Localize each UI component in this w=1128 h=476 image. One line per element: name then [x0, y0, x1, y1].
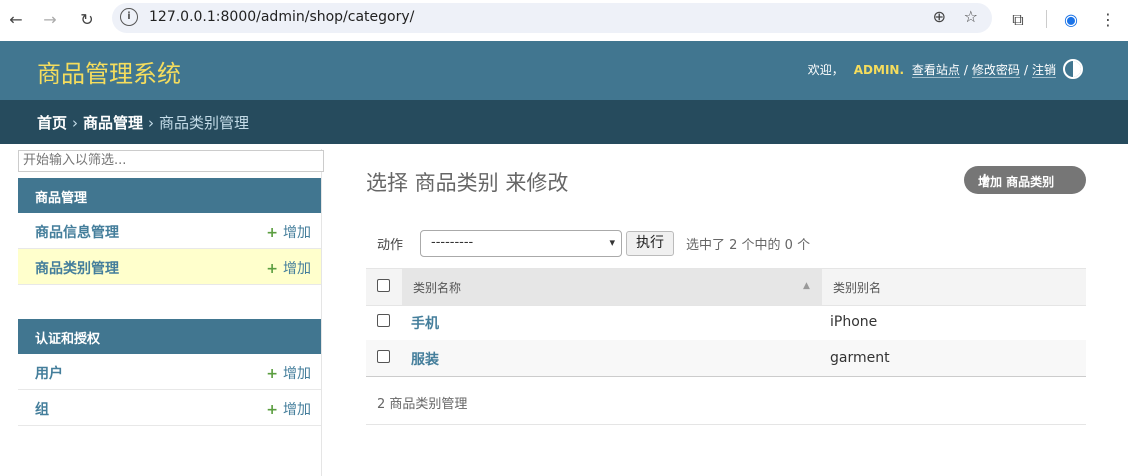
add-user-link[interactable]: + 增加 — [266, 363, 311, 383]
browser-toolbar: ← → ↻ i 127.0.0.1:8000/admin/shop/catego… — [0, 0, 1128, 41]
nav-sidebar: 商品管理 商品信息管理 +增加 商品类别管理 +增加 认证和授权 用户 +增加 … — [17, 149, 324, 476]
column-header-alias[interactable]: 类别别名 — [833, 279, 881, 296]
sorted-column-bg — [402, 269, 822, 305]
module-header-auth[interactable]: 认证和授权 — [18, 319, 321, 354]
reload-icon[interactable]: ↻ — [75, 8, 99, 32]
paginator-divider — [366, 424, 1086, 425]
theme-toggle-icon[interactable] — [1063, 59, 1083, 79]
chevron-down-icon[interactable]: ▾ — [609, 236, 615, 249]
table-row: 手机 iPhone — [366, 304, 1086, 341]
action-select[interactable]: --------- ▾ — [420, 230, 622, 257]
sidebar-item-groups[interactable]: 组 + 增加 — [18, 390, 321, 426]
action-selected-value[interactable]: --------- — [431, 235, 473, 250]
sidebar-item-label[interactable]: 用户 — [35, 363, 63, 383]
forward-arrow-icon[interactable]: → — [38, 8, 62, 32]
sort-asc-icon[interactable]: ▲ — [803, 281, 810, 291]
column-header-name[interactable]: 类别名称 — [413, 279, 461, 296]
separator: / — [963, 63, 968, 77]
plus-icon: + — [266, 366, 278, 382]
breadcrumb-separator: › — [72, 114, 79, 132]
breadcrumb: 首页 › 商品管理 › 商品类别管理 — [0, 100, 1128, 144]
plus-icon: + — [266, 225, 278, 241]
select-all-checkbox[interactable] — [377, 279, 390, 292]
change-password-link[interactable]: 修改密码 — [971, 63, 1020, 78]
sidebar-item-label[interactable]: 组 — [35, 399, 49, 419]
profile-icon[interactable]: ◉ — [1059, 8, 1083, 32]
table-row: 服装 garment — [366, 340, 1086, 377]
sidebar-item-product[interactable]: 商品信息管理 + 增加 — [18, 213, 321, 249]
zoom-icon[interactable]: ⊕ — [933, 7, 946, 26]
sidebar-item-label[interactable]: 商品信息管理 — [35, 222, 119, 242]
row-checkbox[interactable] — [377, 314, 390, 327]
back-arrow-icon[interactable]: ← — [4, 8, 28, 32]
results-table-header: 类别名称 ▲ 类别别名 — [366, 268, 1086, 306]
welcome-text: 欢迎， — [807, 63, 844, 77]
user-tools: 欢迎， ADMIN. 查看站点 / 修改密码 / 注销 — [808, 61, 1056, 78]
add-label[interactable]: 增加 — [283, 261, 311, 277]
category-alias: iPhone — [830, 314, 878, 330]
go-button[interactable]: 执行 — [626, 231, 674, 256]
plus-icon: + — [266, 261, 278, 277]
sidebar-item-users[interactable]: 用户 + 增加 — [18, 354, 321, 390]
toolbar-divider — [1046, 10, 1047, 28]
category-name-link[interactable]: 手机 — [411, 313, 439, 333]
site-branding[interactable]: 商品管理系统 — [37, 54, 181, 89]
menu-dots-icon[interactable]: ⋮ — [1096, 8, 1120, 32]
add-label[interactable]: 增加 — [283, 225, 311, 241]
address-bar[interactable]: i 127.0.0.1:8000/admin/shop/category/ ⊕ … — [112, 3, 992, 33]
category-name-link[interactable]: 服装 — [411, 349, 439, 369]
module-title[interactable]: 认证和授权 — [35, 328, 100, 347]
breadcrumb-app[interactable]: 商品管理 — [83, 114, 143, 132]
row-checkbox[interactable] — [377, 350, 390, 363]
breadcrumb-home[interactable]: 首页 — [37, 114, 67, 132]
sidebar-filter-input[interactable] — [18, 150, 324, 172]
separator: / — [1023, 63, 1028, 77]
add-product-link[interactable]: + 增加 — [266, 222, 311, 242]
breadcrumb-separator: › — [148, 114, 155, 132]
add-category-link[interactable]: + 增加 — [266, 258, 311, 278]
page-title: 选择 商品类别 来修改 — [366, 171, 569, 195]
breadcrumb-current: 商品类别管理 — [159, 114, 250, 132]
add-label[interactable]: 增加 — [283, 366, 311, 382]
module-header-shop[interactable]: 商品管理 — [18, 178, 321, 213]
admin-header: 商品管理系统 欢迎， ADMIN. 查看站点 / 修改密码 / 注销 — [0, 41, 1128, 100]
sidebar-item-label[interactable]: 商品类别管理 — [35, 258, 119, 278]
plus-icon: + — [978, 169, 992, 188]
add-label[interactable]: 增加 — [283, 402, 311, 418]
plus-icon: + — [266, 402, 278, 418]
add-category-button[interactable]: 增加 商品类别 + — [964, 166, 1086, 194]
add-group-link[interactable]: + 增加 — [266, 399, 311, 419]
extension-icon[interactable]: ⧉ — [1006, 8, 1030, 32]
table-divider — [366, 376, 1086, 377]
url-text[interactable]: 127.0.0.1:8000/admin/shop/category/ — [149, 9, 414, 25]
star-icon[interactable]: ☆ — [964, 7, 978, 26]
category-alias: garment — [830, 350, 890, 366]
username: ADMIN. — [853, 63, 905, 77]
sidebar-item-category[interactable]: 商品类别管理 + 增加 — [18, 249, 321, 285]
actions-label: 动作 — [377, 238, 404, 253]
selection-counter: 选中了 2 个中的 0 个 — [686, 238, 811, 253]
view-site-link[interactable]: 查看站点 — [911, 63, 960, 78]
info-icon[interactable]: i — [120, 8, 138, 26]
logout-link[interactable]: 注销 — [1031, 63, 1056, 78]
module-title[interactable]: 商品管理 — [35, 187, 87, 206]
paginator: 2 商品类别管理 — [377, 397, 468, 412]
